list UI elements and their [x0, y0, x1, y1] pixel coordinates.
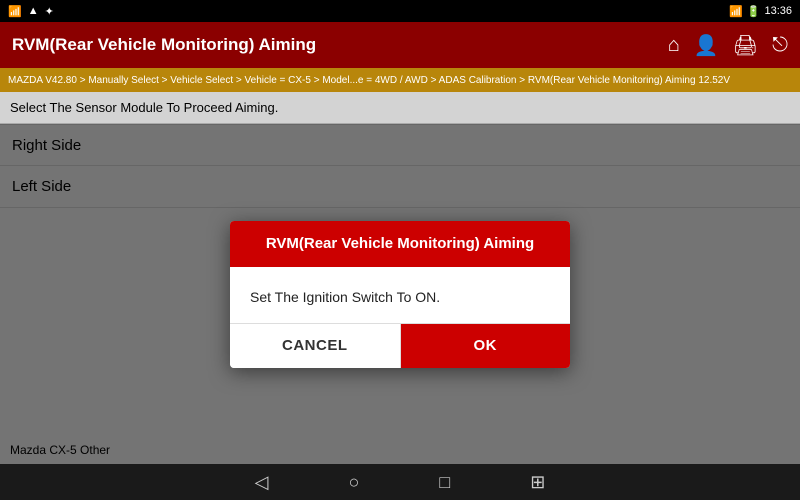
dialog-body: Set The Ignition Switch To ON.	[230, 267, 570, 323]
exit-icon[interactable]: ⎋	[772, 34, 788, 57]
header-icons: ⌂ 👤 🖨 ⎋	[668, 33, 788, 58]
battery-icon: 🔋	[747, 5, 761, 18]
instruction-bar: Select The Sensor Module To Proceed Aimi…	[0, 92, 800, 124]
status-left-icons: 📶 ▲ ✦	[8, 5, 54, 18]
nav-bar: ◁ ○ □ ⊞	[0, 464, 800, 500]
page-title: RVM(Rear Vehicle Monitoring) Aiming	[12, 35, 316, 55]
print-icon[interactable]: 🖨	[733, 33, 758, 58]
instruction-text: Select The Sensor Module To Proceed Aimi…	[10, 100, 278, 115]
breadcrumb: MAZDA V42.80 > Manually Select > Vehicle…	[0, 68, 800, 92]
dialog: RVM(Rear Vehicle Monitoring) Aiming Set …	[230, 221, 570, 368]
app-nav-icon[interactable]: ⊞	[530, 472, 545, 493]
home-icon[interactable]: ⌂	[668, 34, 680, 57]
cancel-button[interactable]: CANCEL	[230, 324, 401, 368]
wifi-icon: 📶	[8, 5, 22, 18]
star-icon: ✦	[45, 5, 54, 18]
home-nav-icon[interactable]: ○	[349, 472, 360, 493]
bluetooth-icon: 📶	[729, 5, 743, 18]
main-content: Right Side Left Side RVM(Rear Vehicle Mo…	[0, 124, 800, 464]
dialog-buttons: CANCEL OK	[230, 323, 570, 368]
dialog-header: RVM(Rear Vehicle Monitoring) Aiming	[230, 221, 570, 267]
header: RVM(Rear Vehicle Monitoring) Aiming ⌂ 👤 …	[0, 22, 800, 68]
dialog-title: RVM(Rear Vehicle Monitoring) Aiming	[266, 235, 534, 252]
breadcrumb-text: MAZDA V42.80 > Manually Select > Vehicle…	[8, 75, 730, 86]
modal-overlay: RVM(Rear Vehicle Monitoring) Aiming Set …	[0, 124, 800, 464]
time-display: 13:36	[764, 5, 792, 17]
back-nav-icon[interactable]: ◁	[255, 472, 269, 493]
ok-button[interactable]: OK	[401, 324, 571, 368]
dialog-message: Set The Ignition Switch To ON.	[250, 289, 440, 305]
status-right-icons: 📶 🔋 13:36	[729, 5, 792, 18]
recents-nav-icon[interactable]: □	[439, 472, 450, 493]
user-icon[interactable]: 👤	[694, 33, 719, 58]
status-bar: 📶 ▲ ✦ 📶 🔋 13:36	[0, 0, 800, 22]
signal-icon: ▲	[28, 5, 39, 17]
